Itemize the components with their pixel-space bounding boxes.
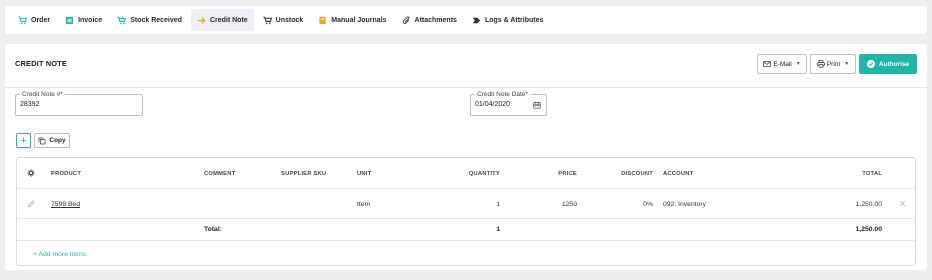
tag-icon	[472, 16, 481, 25]
envelope-icon	[763, 61, 772, 67]
column-header-supplier-sku[interactable]: SUPPLIER SKU	[281, 171, 326, 177]
calendar-icon[interactable]	[533, 101, 541, 109]
column-header-price[interactable]: PRICE	[537, 171, 577, 177]
cart-icon	[18, 15, 27, 25]
gear-icon[interactable]	[27, 169, 35, 177]
line-items-table: PRODUCT COMMENT SUPPLIER SKU UNIT QUANTI…	[16, 157, 916, 266]
header-row-divider	[17, 188, 915, 189]
cart-unstock-icon	[263, 16, 272, 25]
arrow-right-icon	[197, 16, 206, 25]
printer-icon	[817, 60, 825, 68]
table-row-total: 1,250.00	[855, 201, 882, 208]
table-row-unit[interactable]: Item	[357, 201, 370, 208]
tab-manual-journals-label: Manual Journals	[331, 16, 387, 24]
email-button-label: E-Mail	[773, 60, 792, 68]
tab-order-label: Order	[31, 16, 51, 24]
credit-note-card: CREDIT NOTE E-Mail ▼ Print ▼ Authorise C…	[5, 44, 927, 270]
tab-manual-journals[interactable]: Manual Journals	[312, 9, 392, 31]
tab-credit-note[interactable]: Credit Note	[190, 9, 254, 31]
paperclip-icon	[402, 16, 411, 25]
copy-icon	[38, 137, 46, 144]
tab-order[interactable]: Order	[12, 9, 56, 31]
add-line-button[interactable]: +	[16, 133, 31, 148]
column-header-product[interactable]: PRODUCT	[51, 171, 81, 177]
table-row-discount[interactable]: 0%	[613, 201, 653, 208]
copy-button[interactable]: Copy	[34, 133, 70, 148]
tab-attachments-label: Attachments	[414, 16, 457, 24]
credit-note-date-label: Credit Note Date*	[475, 90, 530, 99]
column-header-comment[interactable]: COMMENT	[204, 171, 235, 177]
pencil-icon[interactable]	[27, 200, 35, 208]
column-header-unit[interactable]: UNIT	[357, 171, 371, 177]
cart-received-icon	[117, 15, 127, 25]
tab-unstock[interactable]: Unstock	[257, 9, 310, 31]
credit-note-date-input[interactable]	[475, 101, 539, 108]
authorise-button[interactable]: Authorise	[859, 54, 917, 74]
authorise-button-label: Authorise	[878, 60, 910, 68]
print-button[interactable]: Print ▼	[810, 54, 856, 74]
tab-stock-received[interactable]: Stock Received	[111, 9, 188, 31]
header-divider	[5, 87, 927, 88]
check-circle-icon	[866, 60, 875, 68]
tab-bar: Order Invoice Stock Received Credit Note…	[5, 6, 927, 34]
tab-unstock-label: Unstock	[275, 16, 304, 24]
close-icon[interactable]	[899, 200, 906, 207]
chevron-down-icon: ▼	[844, 61, 850, 67]
credit-note-number-field[interactable]: Credit Note #*	[15, 90, 143, 116]
tab-logs-attributes-label: Logs & Attributes	[484, 16, 544, 24]
tab-invoice[interactable]: Invoice	[59, 9, 108, 31]
table-row-product[interactable]: 7599:Bed	[51, 201, 80, 208]
totals-divider	[17, 240, 915, 241]
column-header-account[interactable]: ACCOUNT	[663, 171, 693, 177]
table-row-quantity[interactable]: 1	[460, 201, 500, 208]
column-header-discount[interactable]: DISCOUNT	[613, 171, 653, 177]
total-amount: 1,250.00	[855, 226, 882, 233]
credit-note-date-field[interactable]: Credit Note Date*	[470, 90, 547, 116]
column-header-quantity[interactable]: QUANTITY	[460, 171, 500, 177]
page-title: CREDIT NOTE	[15, 59, 67, 68]
credit-note-number-input[interactable]	[20, 101, 128, 108]
product-link[interactable]: 7599:Bed	[51, 201, 80, 208]
tab-invoice-label: Invoice	[78, 16, 103, 24]
tab-stock-received-label: Stock Received	[130, 16, 182, 24]
journal-icon	[318, 16, 327, 25]
add-more-items-link[interactable]: + Add more items	[33, 251, 86, 258]
tab-attachments[interactable]: Attachments	[396, 9, 463, 31]
invoice-icon	[65, 16, 74, 25]
copy-button-label: Copy	[49, 137, 66, 144]
credit-note-number-label: Credit Note #*	[20, 90, 65, 99]
chevron-down-icon: ▼	[795, 61, 801, 67]
table-row-account[interactable]: 092: Inventory	[663, 201, 706, 208]
table-row-price[interactable]: 1250	[537, 201, 577, 208]
total-quantity: 1	[496, 226, 500, 233]
tab-credit-note-label: Credit Note	[209, 16, 248, 24]
column-header-total[interactable]: TOTAL	[842, 171, 882, 177]
row-divider	[17, 218, 915, 219]
print-button-label: Print	[826, 60, 841, 68]
tab-logs-attributes[interactable]: Logs & Attributes	[466, 9, 549, 31]
email-button[interactable]: E-Mail ▼	[757, 54, 807, 74]
total-label: Total:	[204, 226, 222, 233]
